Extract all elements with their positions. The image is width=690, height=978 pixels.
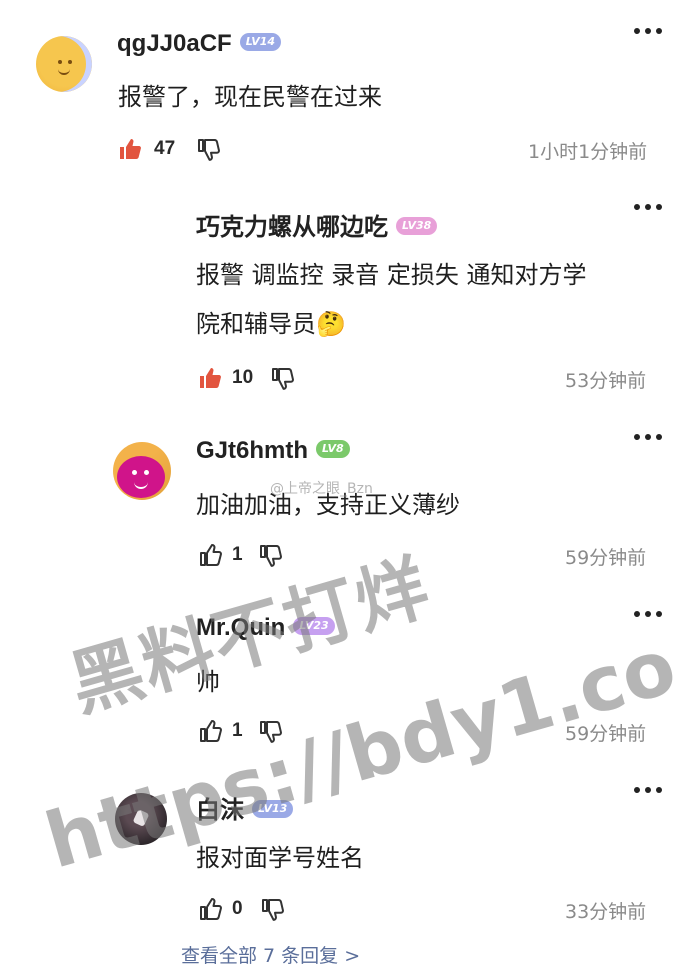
like-icon[interactable] <box>198 543 222 567</box>
more-options-icon[interactable] <box>634 434 662 440</box>
more-options-icon[interactable] <box>634 787 662 793</box>
level-badge: LV8 <box>316 439 350 458</box>
like-icon[interactable] <box>118 137 142 161</box>
like-count: 0 <box>232 898 243 919</box>
dislike-icon[interactable] <box>270 366 294 390</box>
avatar[interactable] <box>36 36 92 92</box>
level-badge: LV38 <box>396 216 438 235</box>
more-options-icon[interactable] <box>634 28 662 34</box>
view-all-replies-link[interactable]: 查看全部 7 条回复 > <box>181 941 360 968</box>
dislike-icon[interactable] <box>196 137 220 161</box>
avatar[interactable] <box>113 442 171 500</box>
username[interactable]: 巧克力螺从哪边吃 LV38 <box>196 207 438 242</box>
like-count: 10 <box>232 367 254 388</box>
dislike-icon[interactable] <box>258 543 282 567</box>
username[interactable]: GJt6hmth LV8 <box>196 437 350 465</box>
comment-text: 报对面学号姓名 <box>196 844 364 872</box>
username[interactable]: qgJJ0aCF LV14 <box>117 30 282 58</box>
more-options-icon[interactable] <box>634 611 662 617</box>
timestamp: 53分钟前 <box>565 370 647 392</box>
like-icon[interactable] <box>198 366 222 390</box>
like-count: 1 <box>232 544 243 565</box>
comment-text: 报警了，现在民警在过来 <box>118 83 382 111</box>
more-options-icon[interactable] <box>634 204 662 210</box>
timestamp: 33分钟前 <box>565 901 647 923</box>
like-count: 1 <box>232 720 243 741</box>
comment-text: 报警 调监控 录音 定损失 通知对方学 院和辅导员🤔 <box>196 261 587 338</box>
timestamp: 1小时1分钟前 <box>528 141 648 163</box>
watermark-small: @上帝之眼_Bzn <box>270 481 373 497</box>
like-icon[interactable] <box>198 897 222 921</box>
like-icon[interactable] <box>198 719 222 743</box>
timestamp: 59分钟前 <box>565 547 647 569</box>
level-badge: LV14 <box>239 32 282 51</box>
dislike-icon[interactable] <box>260 897 284 921</box>
like-count: 47 <box>154 138 176 159</box>
